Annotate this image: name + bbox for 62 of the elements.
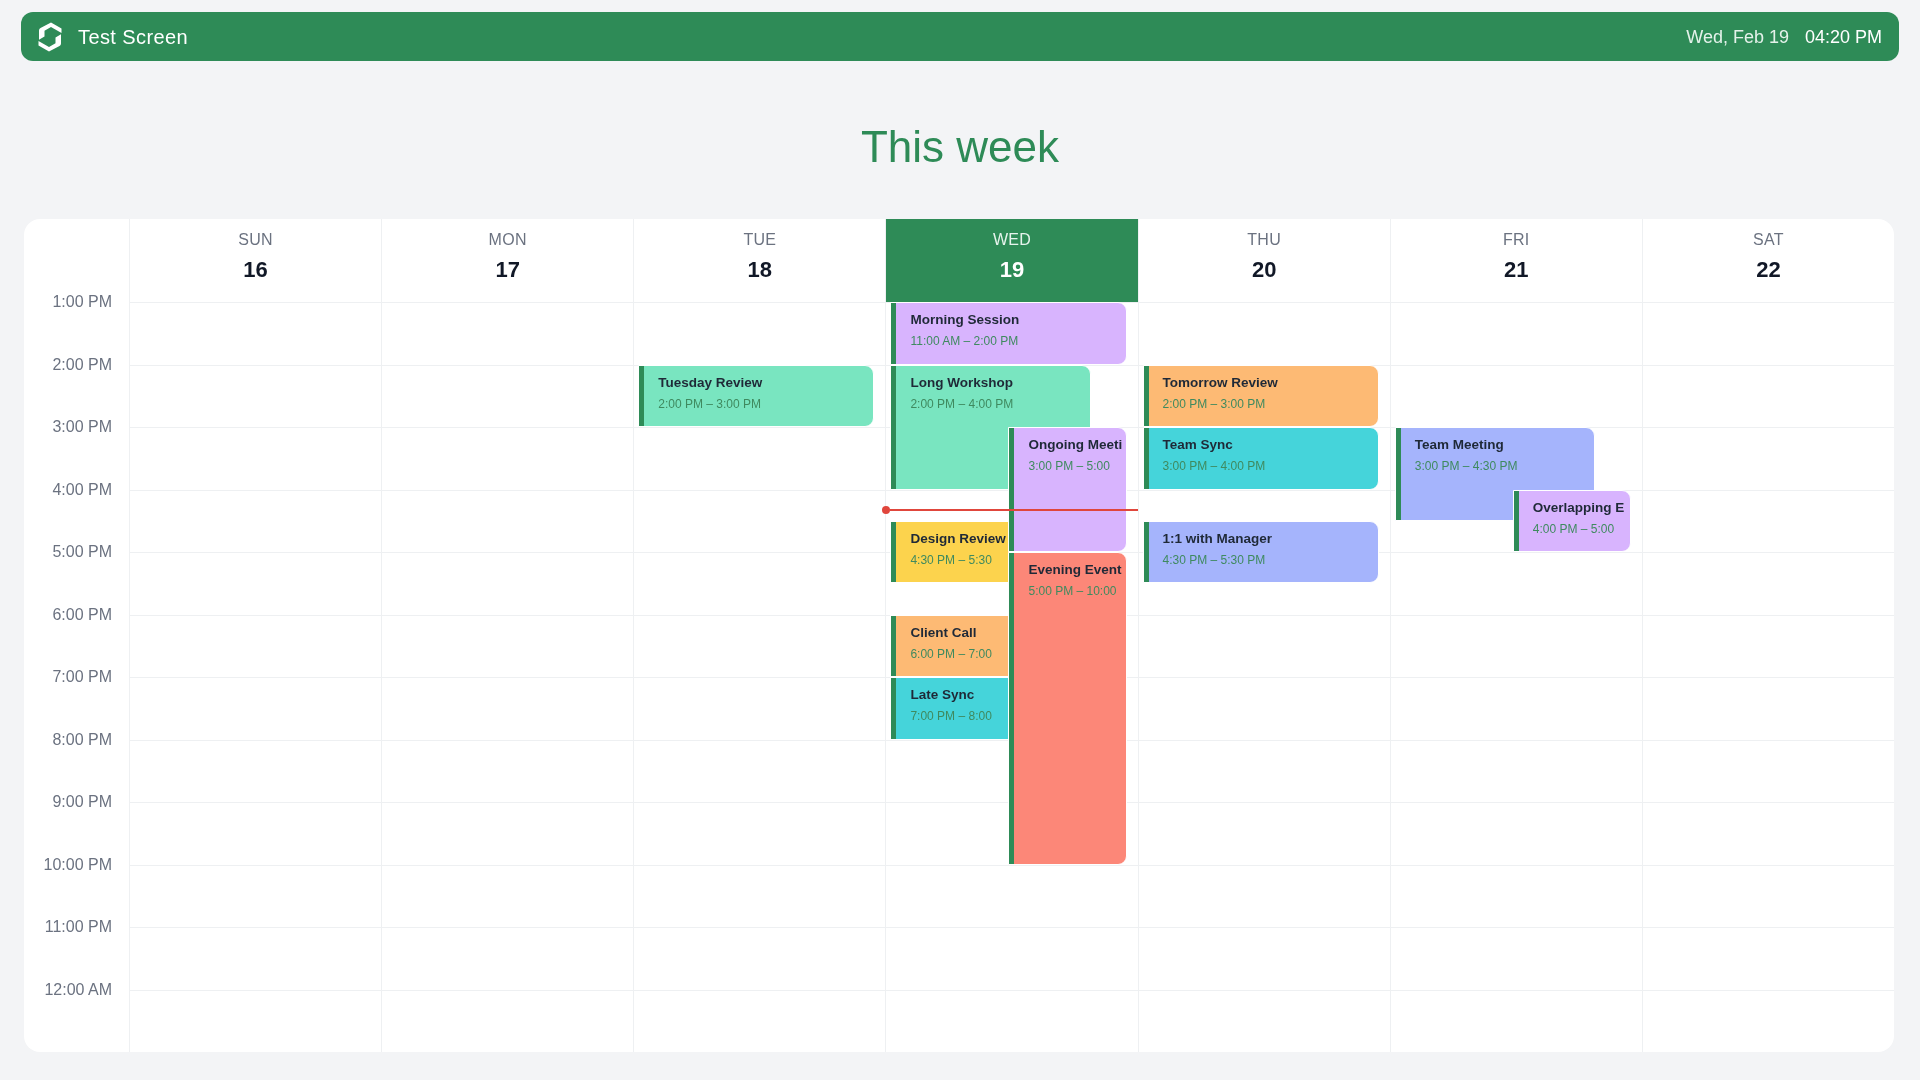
time-label: 12:00 AM <box>44 979 112 1000</box>
event-time: 11:00 AM – 2:00 PM <box>910 333 1019 349</box>
weekday-label: MON <box>488 231 527 249</box>
calendar-event[interactable]: Morning Session 11:00 AM – 2:00 PM <box>890 302 1127 365</box>
time-label: 6:00 PM <box>52 604 112 625</box>
time-label: 3:00 PM <box>52 417 112 437</box>
page-heading: This week <box>860 121 1060 173</box>
event-time: 6:00 PM – 7:00 <box>910 645 992 662</box>
weekday-label: THU <box>1247 231 1282 249</box>
day-number: 18 <box>747 257 773 283</box>
time-label: 9:00 PM <box>52 792 112 812</box>
event-time: 4:30 PM – 5:30 PM <box>1162 551 1266 568</box>
event-title: Team Meeting <box>1414 437 1504 453</box>
event-title: Morning Session <box>910 312 1020 328</box>
calendar-event[interactable]: Tomorrow Review 2:00 PM – 3:00 PM <box>1142 364 1379 427</box>
time-label: 5:00 PM <box>52 542 112 562</box>
weekday-label: WED <box>992 231 1032 249</box>
clock-time: 04:20 PM <box>1804 25 1882 48</box>
day-number: 20 <box>1251 257 1277 283</box>
event-title: Tuesday Review <box>658 374 763 391</box>
day-number: 21 <box>1504 257 1529 283</box>
weekday-label: FRI <box>1502 231 1530 249</box>
calendar-event[interactable]: Overlapping E 4:00 PM – 5:00 <box>1512 489 1631 552</box>
event-title: Team Sync <box>1162 437 1233 453</box>
event-time: 2:00 PM – 3:00 PM <box>658 395 761 412</box>
time-label: 10:00 PM <box>43 854 112 875</box>
weekday-label: TUE <box>743 231 777 249</box>
calendar-event[interactable]: Team Sync 3:00 PM – 4:00 PM <box>1142 427 1379 490</box>
event-title: Evening Event <box>1028 562 1122 578</box>
weekday-label: SAT <box>1753 231 1784 249</box>
event-time: 4:00 PM – 5:00 <box>1532 520 1615 537</box>
day-number: 22 <box>1756 257 1781 283</box>
time-label: 2:00 PM <box>52 354 112 375</box>
event-title: Tomorrow Review <box>1162 374 1278 391</box>
calendar-event[interactable]: Tuesday Review 2:00 PM – 3:00 PM <box>638 364 875 427</box>
event-time: 5:00 PM – 10:00 <box>1028 583 1117 599</box>
event-time: 7:00 PM – 8:00 <box>910 708 992 724</box>
calendar-event[interactable]: Evening Event 5:00 PM – 10:00 <box>1008 552 1127 865</box>
calendar-event[interactable]: 1:1 with Manager 4:30 PM – 5:30 PM <box>1142 520 1379 584</box>
event-time: 4:30 PM – 5:30 <box>910 551 992 568</box>
event-title: Late Sync <box>910 687 975 703</box>
weekday-label: SUN <box>238 231 273 249</box>
event-title: Long Workshop <box>910 374 1013 391</box>
event-title: Client Call <box>910 624 977 641</box>
day-number: 17 <box>495 257 520 283</box>
event-time: 3:00 PM – 4:30 PM <box>1414 458 1518 474</box>
event-time: 3:00 PM – 4:00 PM <box>1162 458 1266 474</box>
event-time: 2:00 PM – 4:00 PM <box>910 395 1014 412</box>
time-label: 8:00 PM <box>52 729 112 750</box>
time-label: 1:00 PM <box>52 292 112 312</box>
date-label: Wed, Feb 19 <box>1686 25 1789 48</box>
time-label: 7:00 PM <box>52 667 112 687</box>
time-label: 11:00 PM <box>44 917 112 937</box>
day-number: 19 <box>999 257 1025 283</box>
event-title: 1:1 with Manager <box>1162 530 1273 547</box>
app-title: Test Screen <box>78 24 188 49</box>
event-time: 2:00 PM – 3:00 PM <box>1162 395 1266 412</box>
logo-icon <box>38 21 62 52</box>
day-number: 16 <box>243 257 268 283</box>
event-title: Design Review <box>910 530 1006 547</box>
calendar-event[interactable]: Ongoing Meeti 3:00 PM – 5:00 <box>1008 427 1127 552</box>
time-label: 4:00 PM <box>52 479 112 500</box>
